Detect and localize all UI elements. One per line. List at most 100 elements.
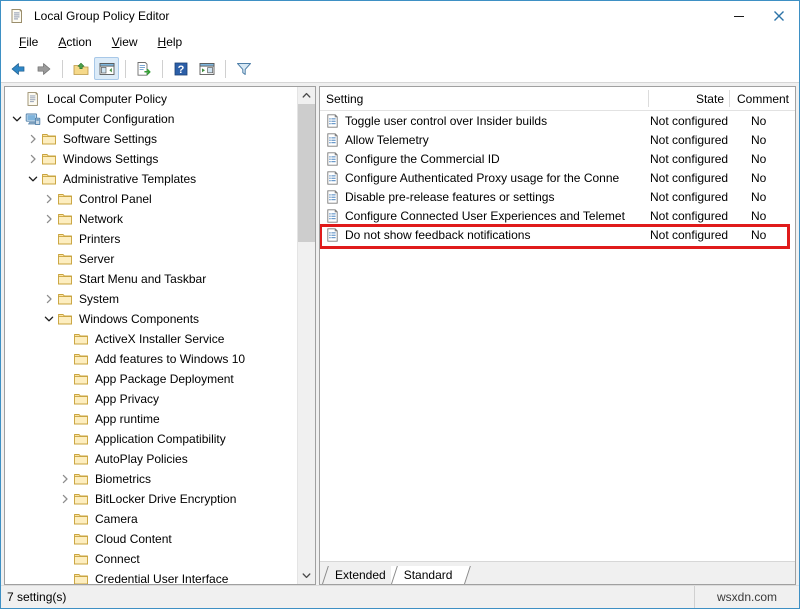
chevron-right-icon[interactable]: [41, 211, 57, 227]
tree-item[interactable]: AutoPlay Policies: [5, 449, 297, 469]
up-folder-icon[interactable]: [68, 57, 93, 80]
tree-item[interactable]: Printers: [5, 229, 297, 249]
tree-item-label: Local Computer Policy: [44, 91, 170, 108]
setting-name: Toggle user control over Insider builds: [345, 114, 650, 128]
tree-item[interactable]: Camera: [5, 509, 297, 529]
folder-icon: [73, 391, 89, 407]
tree-item-label: Camera: [92, 511, 141, 528]
tree-item[interactable]: App Package Deployment: [5, 369, 297, 389]
menu-file-rest: ile: [26, 35, 38, 49]
tree-item[interactable]: Network: [5, 209, 297, 229]
tree-item-label: Windows Components: [76, 311, 202, 328]
tree-item[interactable]: App Privacy: [5, 389, 297, 409]
status-text: 7 setting(s): [1, 590, 66, 604]
table-row[interactable]: Configure the Commercial IDNot configure…: [320, 149, 795, 168]
tree-item[interactable]: Server: [5, 249, 297, 269]
scroll-up-icon[interactable]: [298, 87, 315, 104]
tree-item-label: BitLocker Drive Encryption: [92, 491, 239, 508]
tree-item-label: App Privacy: [92, 391, 162, 408]
tree-item[interactable]: Cloud Content: [5, 529, 297, 549]
policy-setting-icon: [325, 113, 341, 129]
chevron-placeholder: [57, 351, 73, 367]
minimize-icon[interactable]: [719, 1, 759, 30]
table-row[interactable]: Configure Authenticated Proxy usage for …: [320, 168, 795, 187]
tree-item[interactable]: Connect: [5, 549, 297, 569]
tree-item-label: ActiveX Installer Service: [92, 331, 227, 348]
tree-item[interactable]: App runtime: [5, 409, 297, 429]
tree-scrollbar[interactable]: [297, 87, 315, 584]
tree-item[interactable]: Computer Configuration: [5, 109, 297, 129]
console-tree[interactable]: Local Computer PolicyComputer Configurat…: [5, 87, 297, 584]
setting-state: Not configured: [650, 228, 731, 242]
folder-icon: [73, 331, 89, 347]
table-row[interactable]: Allow TelemetryNot configuredNo: [320, 130, 795, 149]
tree-item[interactable]: Credential User Interface: [5, 569, 297, 584]
chevron-right-icon[interactable]: [25, 151, 41, 167]
policy-setting-icon: [325, 170, 341, 186]
properties-icon[interactable]: [194, 57, 219, 80]
watermark: wsxdn.com: [694, 586, 799, 608]
scroll-down-icon[interactable]: [298, 567, 315, 584]
chevron-placeholder: [57, 331, 73, 347]
chevron-right-icon[interactable]: [41, 291, 57, 307]
show-tree-icon[interactable]: [94, 57, 119, 80]
column-header-state[interactable]: State: [649, 87, 730, 110]
menu-action[interactable]: Action: [48, 33, 101, 52]
tree-item-label: Windows Settings: [60, 151, 161, 168]
setting-name: Disable pre-release features or settings: [345, 190, 650, 204]
settings-list[interactable]: Toggle user control over Insider builds N…: [320, 111, 795, 561]
folder-icon: [57, 231, 73, 247]
chevron-right-icon[interactable]: [57, 491, 73, 507]
tree-item[interactable]: Windows Components: [5, 309, 297, 329]
back-icon[interactable]: [5, 57, 30, 80]
tree-item[interactable]: Add features to Windows 10: [5, 349, 297, 369]
chevron-right-icon[interactable]: [41, 191, 57, 207]
menu-file[interactable]: File: [9, 33, 48, 52]
chevron-right-icon[interactable]: [57, 471, 73, 487]
tree-item-label: Printers: [76, 231, 123, 248]
setting-name: Allow Telemetry: [345, 133, 650, 147]
tree-item[interactable]: Application Compatibility: [5, 429, 297, 449]
folder-icon: [57, 251, 73, 267]
tree-item[interactable]: Windows Settings: [5, 149, 297, 169]
tree-item[interactable]: Local Computer Policy: [5, 89, 297, 109]
menu-view[interactable]: View: [102, 33, 148, 52]
chevron-down-icon[interactable]: [41, 311, 57, 327]
tree-item[interactable]: BitLocker Drive Encryption: [5, 489, 297, 509]
chevron-down-icon[interactable]: [25, 171, 41, 187]
tab-extended[interactable]: Extended: [322, 566, 399, 584]
column-header-comment[interactable]: Comment: [730, 87, 795, 110]
tree-item[interactable]: System: [5, 289, 297, 309]
tree-item[interactable]: Biometrics: [5, 469, 297, 489]
tab-label: Extended: [335, 568, 386, 582]
close-icon[interactable]: [759, 1, 799, 30]
folder-icon: [57, 291, 73, 307]
forward-icon[interactable]: [31, 57, 56, 80]
folder-icon: [41, 151, 57, 167]
filter-icon[interactable]: [231, 57, 256, 80]
setting-name: Configure Connected User Experiences and…: [345, 209, 650, 223]
chevron-placeholder: [57, 451, 73, 467]
table-row[interactable]: Configure Connected User Experiences and…: [320, 206, 795, 225]
setting-comment: No: [731, 228, 795, 242]
tree-item[interactable]: Software Settings: [5, 129, 297, 149]
tree-item-label: Start Menu and Taskbar: [76, 271, 209, 288]
tree-item[interactable]: Start Menu and Taskbar: [5, 269, 297, 289]
table-row[interactable]: Toggle user control over Insider buildsN…: [320, 111, 795, 130]
chevron-placeholder: [57, 511, 73, 527]
tree-scrollbar-thumb[interactable]: [298, 104, 315, 242]
menu-help[interactable]: Help: [148, 33, 193, 52]
chevron-right-icon[interactable]: [25, 131, 41, 147]
tree-item[interactable]: ActiveX Installer Service: [5, 329, 297, 349]
export-list-icon[interactable]: [131, 57, 156, 80]
column-header-setting[interactable]: Setting: [320, 87, 649, 110]
tree-item[interactable]: Administrative Templates: [5, 169, 297, 189]
table-row[interactable]: Disable pre-release features or settings…: [320, 187, 795, 206]
tab-standard[interactable]: Standard: [391, 566, 466, 584]
chevron-down-icon[interactable]: [9, 111, 25, 127]
setting-state: Not configured: [650, 171, 731, 185]
menu-help-rest: elp: [166, 35, 182, 49]
table-row[interactable]: Do not show feedback notificationsNot co…: [320, 225, 795, 244]
help-icon[interactable]: ?: [168, 57, 193, 80]
tree-item[interactable]: Control Panel: [5, 189, 297, 209]
